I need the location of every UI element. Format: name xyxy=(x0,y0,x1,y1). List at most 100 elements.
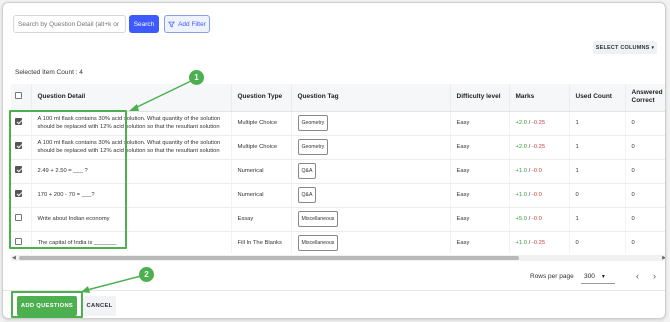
header-question-type[interactable]: Question Type xyxy=(231,84,292,112)
used-count-cell: 1 xyxy=(569,111,626,136)
row-checkbox[interactable] xyxy=(15,189,22,197)
question-type-cell: Multiple Choice xyxy=(231,111,292,136)
question-type-cell: Essay xyxy=(231,207,292,232)
question-detail-line: A 100 ml flask contains 30% acid solutio… xyxy=(37,139,221,146)
questions-table: Question Detail Question Type Question T… xyxy=(11,84,665,253)
question-tag-cell: Q&A xyxy=(291,159,451,184)
table-row[interactable]: 2.49 + 2.50 = ___ ? Numerical Q&A Easy +… xyxy=(11,159,665,184)
marks-negative: -0.0 xyxy=(531,215,542,222)
row-checkbox[interactable] xyxy=(15,117,22,125)
header-marks[interactable]: Marks xyxy=(509,84,570,112)
row-checkbox[interactable] xyxy=(15,237,22,245)
question-detail-cell: 170 + 200 - 70 = ___? xyxy=(31,183,232,208)
answered-correct-cell: 0 xyxy=(625,183,665,208)
used-count-cell: 0 xyxy=(569,183,626,208)
used-count-cell: 1 xyxy=(569,135,626,160)
difficulty-cell: Easy xyxy=(450,159,510,184)
selected-item-count: Selected Item Count : 4 xyxy=(15,69,83,76)
questions-table-wrap: Question Detail Question Type Question T… xyxy=(11,84,665,253)
header-used-count[interactable]: Used Count xyxy=(569,84,626,112)
marks-separator: / xyxy=(528,143,531,150)
question-tag-cell: Miscellaneous xyxy=(291,207,451,232)
select-all-cell xyxy=(11,84,32,112)
row-select-cell xyxy=(11,231,32,253)
question-tag-chip: Geometry xyxy=(297,138,329,156)
rows-per-page-label: Rows per page xyxy=(530,273,574,280)
table-row[interactable]: The capital of India is _______ Fill In … xyxy=(11,231,665,253)
select-columns-label: SELECT COLUMNS xyxy=(595,44,650,51)
select-all-checkbox[interactable] xyxy=(15,92,22,100)
header-difficulty-level[interactable]: Difficulty level xyxy=(450,84,510,112)
question-detail-cell: A 100 ml flask contains 30% acid solutio… xyxy=(31,111,232,136)
answered-correct-cell: 0 xyxy=(625,135,665,160)
horizontal-scrollbar[interactable]: ◀ ▶ xyxy=(11,255,665,261)
difficulty-cell: Easy xyxy=(450,231,510,253)
annotation-arrow-2 xyxy=(86,275,142,291)
marks-cell: +2.0 / -0.25 xyxy=(509,135,570,160)
cancel-button[interactable]: CANCEL xyxy=(83,296,116,316)
table-row[interactable]: 170 + 200 - 70 = ___? Numerical Q&A Easy… xyxy=(11,183,665,208)
previous-page-icon[interactable]: ‹ xyxy=(636,271,639,281)
question-type-cell: Numerical xyxy=(231,159,292,184)
question-detail-cell: The capital of India is _______ xyxy=(31,231,232,253)
table-row[interactable]: A 100 ml flask contains 30% acid solutio… xyxy=(11,111,665,136)
marks-separator: / xyxy=(528,215,531,222)
question-detail-line: should be replaced with 12% acid solutio… xyxy=(37,124,220,130)
search-input[interactable] xyxy=(13,15,126,33)
header-answered-correct[interactable]: Answered Correct xyxy=(625,84,665,112)
used-count-cell: 0 xyxy=(569,231,626,253)
marks-positive: +2.0 xyxy=(515,143,527,150)
scrollbar-thumb[interactable] xyxy=(19,256,519,260)
question-detail-line: Write about Indian economy xyxy=(37,215,110,222)
difficulty-cell: Easy xyxy=(450,135,510,160)
difficulty-cell: Easy xyxy=(450,207,510,232)
row-checkbox[interactable] xyxy=(15,141,22,149)
difficulty-cell: Easy xyxy=(450,111,510,136)
question-tag-cell: Q&A xyxy=(291,183,451,208)
marks-positive: +1.0 xyxy=(515,191,527,198)
scroll-right-icon[interactable]: ▶ xyxy=(662,255,665,261)
add-questions-button[interactable]: ADD QUESTIONS xyxy=(17,296,77,316)
select-columns-button[interactable]: SELECT COLUMNS ▾ xyxy=(593,41,657,54)
marks-positive: +5.0 xyxy=(515,215,527,222)
marks-cell: +5.0 / -0.0 xyxy=(509,207,570,232)
rows-per-page-value: 300 xyxy=(584,272,595,280)
difficulty-cell: Easy xyxy=(450,183,510,208)
question-detail-cell: Write about Indian economy xyxy=(31,207,232,232)
add-filter-button[interactable]: Add Filter xyxy=(164,15,210,33)
used-count-cell: 1 xyxy=(569,159,626,184)
search-button[interactable]: Search xyxy=(129,15,159,33)
marks-negative: -0.25 xyxy=(531,119,546,126)
question-detail-line: 2.49 + 2.50 = ___ ? xyxy=(37,167,88,174)
table-row[interactable]: Write about Indian economy Essay Miscell… xyxy=(11,207,665,232)
marks-separator: / xyxy=(528,119,531,126)
marks-cell: +1.0 / -0.0 xyxy=(509,159,570,184)
header-question-detail[interactable]: Question Detail xyxy=(31,84,232,112)
question-type-cell: Fill In The Blanks xyxy=(231,231,292,253)
question-detail-cell: 2.49 + 2.50 = ___ ? xyxy=(31,159,232,184)
header-question-tag[interactable]: Question Tag xyxy=(291,84,451,112)
marks-separator: / xyxy=(528,239,531,246)
used-count-cell: 1 xyxy=(569,207,626,232)
question-detail-cell: A 100 ml flask contains 30% acid solutio… xyxy=(31,135,232,160)
row-select-cell xyxy=(11,159,32,184)
question-detail-line: The capital of India is _______ xyxy=(37,239,117,246)
question-tag-chip: Geometry xyxy=(297,114,329,132)
scroll-left-icon[interactable]: ◀ xyxy=(12,255,16,261)
chevron-down-icon: ▾ xyxy=(651,44,655,51)
rows-per-page-select[interactable]: 300 ▾ xyxy=(581,269,615,284)
question-tag-chip: Miscellaneous xyxy=(297,234,339,252)
table-row[interactable]: A 100 ml flask contains 30% acid solutio… xyxy=(11,135,665,160)
row-checkbox[interactable] xyxy=(15,165,22,173)
marks-positive: +2.0 xyxy=(515,119,527,126)
next-page-icon[interactable]: › xyxy=(653,271,656,281)
marks-separator: / xyxy=(528,191,531,198)
answered-correct-cell: 0 xyxy=(625,159,665,184)
question-detail-line: A 100 ml flask contains 30% acid solutio… xyxy=(37,115,221,122)
footer-divider xyxy=(3,290,665,291)
answered-correct-cell: 0 xyxy=(625,111,665,136)
row-select-cell xyxy=(11,207,32,232)
row-checkbox[interactable] xyxy=(15,213,22,221)
annotation-badge-2: 2 xyxy=(139,267,154,282)
marks-cell: +2.0 / -0.25 xyxy=(509,111,570,136)
